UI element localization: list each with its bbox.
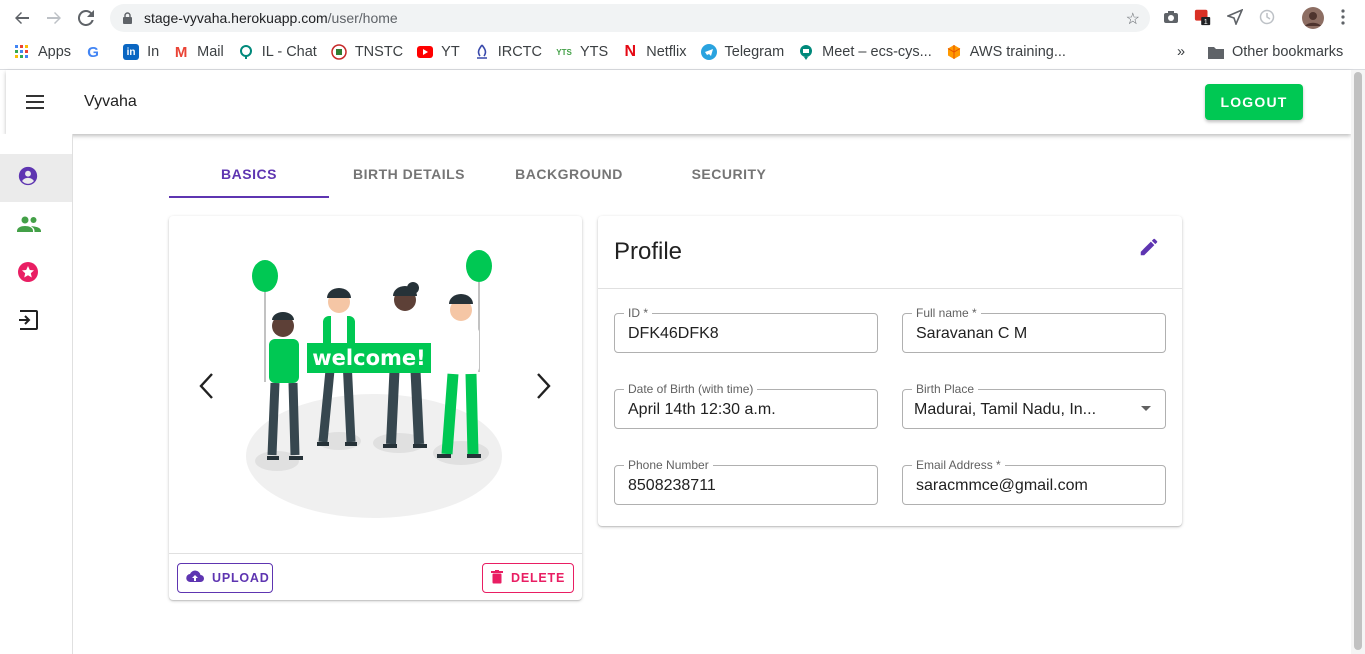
page-scrollbar[interactable] bbox=[1351, 70, 1365, 654]
browser-toolbar: stage-vyvaha.herokuapp.com/user/home ☆ 1 bbox=[0, 0, 1365, 35]
bookmark-apps[interactable]: Apps bbox=[14, 44, 71, 60]
bookmark-aws[interactable]: AWS training... bbox=[946, 44, 1066, 60]
sidenav-item-starred[interactable] bbox=[0, 250, 72, 298]
bookmark-google[interactable]: G bbox=[85, 43, 109, 61]
people-icon bbox=[17, 215, 41, 238]
bookmark-irctc[interactable]: IRCTC bbox=[474, 44, 542, 60]
birth-place-value: Madurai, Tamil Nadu, In... bbox=[914, 401, 1097, 418]
chevron-left-icon[interactable] bbox=[195, 371, 219, 401]
telegram-icon bbox=[700, 44, 717, 60]
google-icon: G bbox=[87, 43, 99, 61]
tab-basics[interactable]: BASICS bbox=[169, 150, 329, 198]
chat-icon bbox=[238, 44, 254, 60]
forward-arrow-icon[interactable] bbox=[44, 8, 64, 28]
brand-title: Vyvaha bbox=[84, 93, 137, 110]
photo-card: welcome! UPLOAD DELETE bbox=[169, 216, 582, 600]
svg-text:1: 1 bbox=[1204, 17, 1208, 26]
tab-birth-details[interactable]: BIRTH DETAILS bbox=[329, 150, 489, 198]
youtube-icon bbox=[417, 44, 434, 60]
star-badge-icon bbox=[17, 261, 39, 288]
netflix-icon: N bbox=[624, 43, 636, 60]
camera-extension-icon[interactable] bbox=[1162, 8, 1180, 26]
send-extension-icon[interactable] bbox=[1226, 8, 1244, 26]
app-header: Vyvaha LOGOUT bbox=[6, 70, 1351, 134]
timer-extension-icon[interactable] bbox=[1258, 8, 1276, 26]
aws-icon bbox=[946, 44, 962, 60]
side-nav bbox=[0, 134, 73, 654]
bookmarks-bar: Apps G in In M Mail IL - Chat TNSTC YT I… bbox=[0, 36, 1365, 68]
chevron-right-icon[interactable] bbox=[531, 371, 555, 401]
bookmark-linkedin[interactable]: in In bbox=[123, 44, 159, 60]
bookmark-mail[interactable]: M Mail bbox=[173, 43, 224, 61]
profile-card: Profile ID * DFK46DFK8 Full name * Sarav… bbox=[598, 216, 1182, 526]
dob-value: April 14th 12:30 a.m. bbox=[628, 401, 776, 418]
trash-icon bbox=[491, 569, 511, 587]
profile-tabs: BASICS BIRTH DETAILS BACKGROUND SECURITY bbox=[169, 150, 809, 198]
id-label: ID * bbox=[624, 306, 653, 320]
edit-pencil-icon[interactable] bbox=[1138, 236, 1162, 260]
tab-security[interactable]: SECURITY bbox=[649, 150, 809, 198]
irctc-icon bbox=[474, 44, 490, 60]
bookmark-tnstc[interactable]: TNSTC bbox=[331, 44, 403, 60]
logout-button[interactable]: LOGOUT bbox=[1205, 84, 1303, 120]
yts-icon: YTS bbox=[556, 47, 572, 57]
birth-place-select[interactable]: Birth Place Madurai, Tamil Nadu, In... bbox=[902, 382, 1166, 429]
linkedin-icon: in bbox=[123, 44, 140, 60]
email-field[interactable]: Email Address * saracmmce@gmail.com bbox=[902, 458, 1166, 505]
profile-avatar-icon[interactable] bbox=[1301, 6, 1325, 30]
bookmark-yt[interactable]: YT bbox=[417, 44, 460, 60]
tab-background[interactable]: BACKGROUND bbox=[489, 150, 649, 198]
apps-grid-icon bbox=[14, 44, 30, 60]
welcome-illustration bbox=[246, 250, 502, 518]
photo-card-actions: UPLOAD DELETE bbox=[169, 553, 582, 600]
birth-place-label: Birth Place bbox=[912, 382, 979, 396]
url-host: stage-vyvaha.herokuapp.com bbox=[144, 10, 328, 26]
address-bar[interactable]: stage-vyvaha.herokuapp.com/user/home ☆ bbox=[110, 4, 1150, 32]
meet-icon bbox=[798, 44, 814, 60]
email-label: Email Address * bbox=[912, 458, 1005, 472]
delete-button[interactable]: DELETE bbox=[482, 563, 574, 593]
sidenav-item-people[interactable] bbox=[0, 202, 72, 250]
kebab-menu-icon[interactable] bbox=[1334, 8, 1352, 26]
bookmark-meet[interactable]: Meet – ecs-cys... bbox=[798, 44, 932, 60]
phone-field[interactable]: Phone Number 8508238711 bbox=[614, 458, 878, 505]
profile-title: Profile bbox=[614, 238, 683, 265]
full-name-field[interactable]: Full name * Saravanan C M bbox=[902, 306, 1166, 353]
email-value: saracmmce@gmail.com bbox=[916, 477, 1088, 494]
welcome-banner: welcome! bbox=[312, 346, 426, 370]
url-path: /user/home bbox=[327, 10, 398, 26]
scrollbar-thumb[interactable] bbox=[1354, 72, 1362, 650]
extension-badge-icon[interactable]: 1 bbox=[1194, 8, 1212, 26]
phone-label: Phone Number bbox=[624, 458, 713, 472]
dob-field[interactable]: Date of Birth (with time) April 14th 12:… bbox=[614, 382, 878, 429]
account-circle-icon bbox=[17, 165, 39, 192]
id-field[interactable]: ID * DFK46DFK8 bbox=[614, 306, 878, 353]
other-bookmarks-folder[interactable]: Other bookmarks bbox=[1208, 44, 1343, 60]
bookmark-star-icon[interactable]: ☆ bbox=[1126, 9, 1140, 29]
full-name-value: Saravanan C M bbox=[916, 325, 1028, 342]
logout-exit-icon bbox=[17, 309, 39, 336]
sidenav-item-exit[interactable] bbox=[0, 298, 72, 346]
bookmark-telegram[interactable]: Telegram bbox=[700, 44, 784, 60]
bookmark-yts[interactable]: YTS YTS bbox=[556, 44, 608, 60]
menu-icon[interactable] bbox=[26, 95, 44, 109]
dropdown-arrow-icon[interactable] bbox=[1141, 406, 1151, 411]
phone-value: 8508238711 bbox=[628, 477, 716, 494]
tnstc-icon bbox=[331, 44, 347, 60]
back-arrow-icon[interactable] bbox=[12, 8, 32, 28]
sidenav-item-profile[interactable] bbox=[0, 154, 72, 202]
cloud-upload-icon bbox=[186, 570, 212, 586]
full-name-label: Full name * bbox=[912, 306, 981, 320]
dob-label: Date of Birth (with time) bbox=[624, 382, 758, 396]
bookmark-il-chat[interactable]: IL - Chat bbox=[238, 44, 317, 60]
folder-icon bbox=[1208, 44, 1224, 60]
gmail-icon: M bbox=[174, 43, 188, 61]
upload-button[interactable]: UPLOAD bbox=[177, 563, 273, 593]
profile-divider bbox=[598, 288, 1182, 289]
bookmark-netflix[interactable]: N Netflix bbox=[622, 43, 686, 60]
lock-icon bbox=[122, 12, 134, 24]
reload-icon[interactable] bbox=[76, 8, 96, 28]
bookmarks-overflow-button[interactable]: » bbox=[1177, 44, 1185, 60]
id-value: DFK46DFK8 bbox=[628, 325, 719, 342]
